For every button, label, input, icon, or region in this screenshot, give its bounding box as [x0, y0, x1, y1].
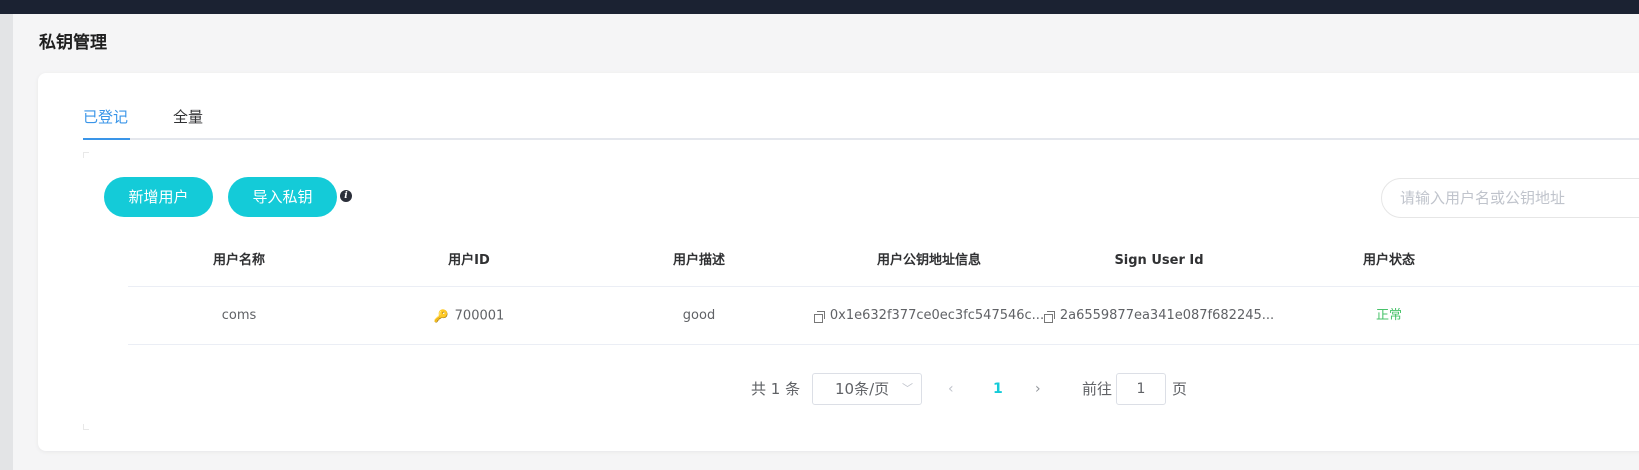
users-table: 用户名称 用户ID 用户描述 用户公钥地址信息 Sign User Id 用户状… — [128, 243, 1639, 345]
tab-bar: 已登记 全量 — [83, 104, 1639, 140]
col-header-public-key: 用户公钥地址信息 — [876, 253, 981, 268]
col-header-id: 用户ID — [448, 253, 490, 268]
tab-active-indicator — [83, 138, 130, 140]
status-badge: 正常 — [1375, 308, 1402, 323]
col-header-status: 用户状态 — [1362, 253, 1415, 268]
cell-description: good — [682, 308, 716, 323]
cell-id: 🔑 700001 — [349, 287, 589, 345]
prev-page-icon[interactable]: ‹ — [948, 379, 954, 399]
goto-page-input[interactable] — [1116, 373, 1166, 405]
copy-icon[interactable] — [1043, 310, 1055, 323]
page-suffix-label: 页 — [1172, 380, 1188, 398]
pagination-total: 共 1 条 — [751, 380, 801, 398]
page-size-select[interactable]: 10条/页 ﹀ — [812, 373, 922, 405]
next-page-icon[interactable]: › — [1035, 379, 1041, 399]
key-icon: 🔑 — [433, 309, 449, 323]
table-row: coms 🔑 700001 good 0x1e632f377ce0ec3fc547… — [128, 287, 1639, 345]
chevron-down-icon: ﹀ — [902, 382, 913, 395]
cell-sign-user-id: 2a6559877ea341e087f682245... — [1039, 287, 1279, 345]
page-title: 私钥管理 — [39, 33, 107, 53]
info-icon[interactable]: i — [340, 190, 352, 202]
col-header-name: 用户名称 — [212, 253, 265, 268]
table-header: 用户名称 用户ID 用户描述 用户公钥地址信息 Sign User Id 用户状… — [128, 243, 1639, 287]
left-sidebar-edge — [0, 14, 13, 470]
cell-public-key: 0x1e632f377ce0ec3fc547546c... — [809, 287, 1049, 345]
top-nav-bar — [0, 0, 1639, 14]
tab-registered[interactable]: 已登记 — [83, 104, 128, 130]
col-header-description: 用户描述 — [672, 253, 725, 268]
cell-id-value: 700001 — [454, 308, 505, 324]
current-page-number[interactable]: 1 — [993, 379, 1003, 399]
add-user-button[interactable]: 新增用户 — [104, 177, 213, 217]
goto-label: 前往 — [1082, 380, 1113, 398]
cell-name: coms — [221, 308, 257, 323]
panel-corner-top — [83, 152, 89, 158]
tab-all[interactable]: 全量 — [173, 104, 203, 130]
copy-icon[interactable] — [813, 310, 825, 323]
panel-corner-bottom — [83, 424, 89, 430]
col-header-sign-user-id: Sign User Id — [1114, 253, 1204, 268]
page-size-value: 10条/页 — [835, 380, 890, 398]
cell-sign-user-id-value: 2a6559877ea341e087f682245... — [1059, 308, 1275, 323]
cell-public-key-value: 0x1e632f377ce0ec3fc547546c... — [829, 308, 1045, 323]
search-input[interactable] — [1381, 178, 1639, 218]
import-key-button[interactable]: 导入私钥 — [228, 177, 337, 217]
